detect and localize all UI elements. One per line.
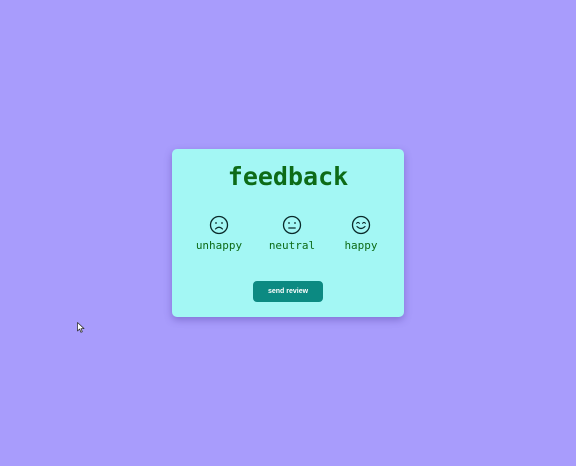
option-neutral-label: neutral <box>268 239 316 252</box>
feedback-card: feedback unhappy neutral happy send revi… <box>172 149 404 317</box>
sad-face-icon <box>209 215 229 235</box>
card-title: feedback <box>227 162 349 191</box>
option-happy-label: happy <box>344 239 378 252</box>
option-unhappy[interactable]: unhappy <box>184 215 254 253</box>
happy-face-icon <box>351 215 371 235</box>
option-neutral[interactable]: neutral <box>257 215 327 253</box>
neutral-face-icon <box>282 215 302 235</box>
option-happy[interactable]: happy <box>326 215 396 253</box>
send-review-button[interactable]: send review <box>253 281 323 302</box>
option-unhappy-label: unhappy <box>195 239 243 252</box>
mouse-pointer-icon <box>77 322 85 333</box>
